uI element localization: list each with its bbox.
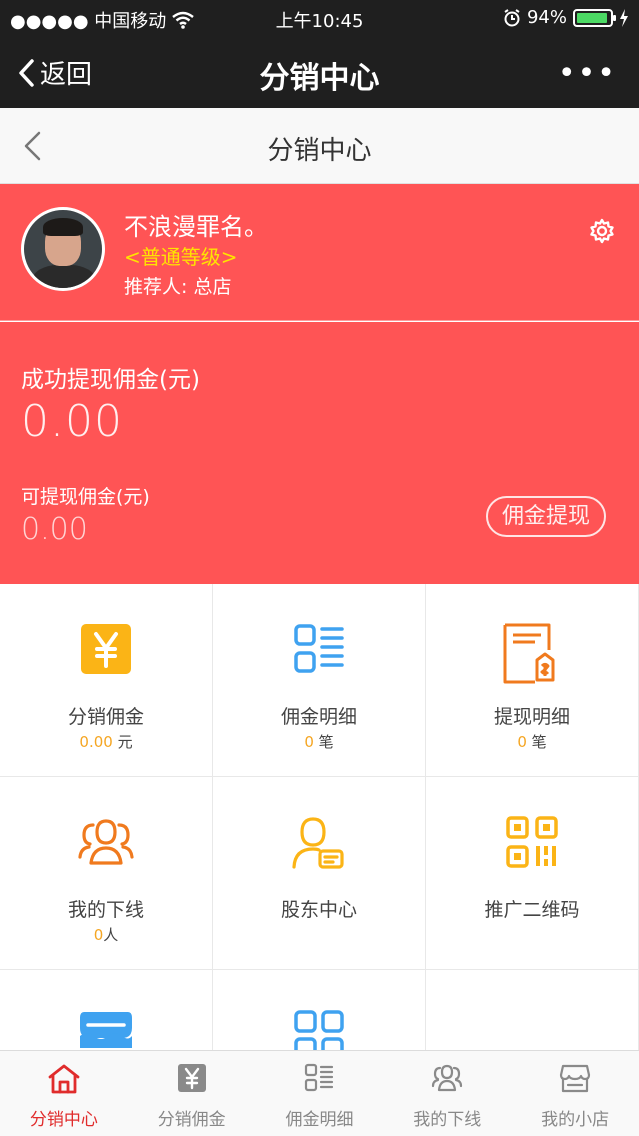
charging-icon (620, 8, 628, 27)
tab-distribution-center[interactable]: 分销中心 (0, 1051, 128, 1136)
qrcode-icon (506, 816, 558, 868)
home-icon (48, 1064, 80, 1094)
grid-count: 0.00 (79, 733, 113, 751)
battery-fill (577, 12, 608, 23)
tab-downline[interactable]: 我的下线 (383, 1051, 511, 1136)
tab-label: 我的下线 (413, 1110, 482, 1130)
grid-unit: 元 (112, 733, 133, 751)
grid-label: 推广二维码 (484, 899, 580, 921)
list-icon (305, 1063, 334, 1092)
grid-count: 0 (304, 733, 314, 751)
tab-icon-wrap (256, 1063, 384, 1093)
tab-label: 分销中心 (29, 1110, 98, 1130)
grid-icon-wrap (0, 815, 212, 879)
page-title: 分销中心 (267, 136, 372, 166)
tab-icon-wrap (0, 1063, 128, 1095)
grid-item-commission-detail[interactable]: 佣金明细 0 笔 (213, 584, 426, 777)
grid-icon-wrap (213, 815, 425, 879)
grid-unit: 笔 (313, 733, 334, 751)
tab-bar: 分销中心 分销佣金 佣金明细 我的下线 我的小店 (0, 1050, 639, 1136)
grid-item-withdraw-detail[interactable]: 提现明细 0 笔 (426, 584, 639, 777)
grid-label: 股东中心 (280, 899, 357, 921)
grid-unit: 人 (103, 926, 119, 944)
grid-sub: 0 笔 (426, 731, 638, 752)
success-commission-value: 0.00 (21, 396, 123, 447)
grid-item-downline[interactable]: 我的下线 0人 (0, 777, 213, 970)
grid-item-qrcode[interactable]: 推广二维码 (426, 777, 639, 970)
grid-icon-wrap (426, 622, 638, 686)
tab-icon-wrap (511, 1063, 639, 1093)
status-right: 94% (503, 7, 629, 28)
battery-percent: 94% (526, 7, 567, 28)
referrer-text: 推荐人: 总店 (124, 276, 232, 298)
battery-icon (573, 8, 616, 27)
more-button[interactable]: ••• (558, 56, 617, 91)
team-icon (432, 1064, 463, 1092)
gear-icon (590, 218, 614, 244)
nav-bar: 返回 分销中心 ••• (0, 36, 639, 108)
tab-commission-detail[interactable]: 佣金明细 (256, 1051, 384, 1136)
grid-label: 提现明细 (493, 706, 570, 728)
grid-item-shareholder[interactable]: 股东中心 (213, 777, 426, 970)
grid-icon-wrap (426, 815, 638, 879)
tab-icon-wrap (128, 1063, 256, 1093)
grid-label: 分销佣金 (67, 706, 144, 728)
success-commission-label: 成功提现佣金(元) (21, 367, 200, 393)
yuan-icon (177, 1064, 206, 1092)
team-icon (78, 819, 134, 865)
avatar-body (32, 265, 96, 288)
tab-label: 分销佣金 (157, 1110, 226, 1130)
yuan-card-icon (81, 624, 131, 674)
grid-item-commission[interactable]: 分销佣金 0.00 元 (0, 584, 213, 777)
grid-count: 0 (517, 733, 527, 751)
earnings-section: 成功提现佣金(元) 0.00 可提现佣金(元) 0.00 佣金提现 (0, 322, 639, 584)
page-header: 分销中心 (0, 108, 639, 184)
alarm-icon (504, 8, 520, 26)
nav-title: 分销中心 (259, 61, 380, 96)
receipt-icon (503, 623, 555, 684)
avatar-hair (43, 218, 83, 236)
tab-icon-wrap (383, 1063, 511, 1093)
tab-label: 佣金明细 (285, 1110, 354, 1130)
grid-icon-wrap (0, 622, 212, 686)
grid-count: 0 (93, 926, 104, 944)
shareholder-icon (292, 817, 344, 869)
member-level[interactable]: <普通等级> (124, 241, 238, 270)
settings-button[interactable] (589, 218, 615, 248)
profile-section: 不浪漫罪名。 <普通等级> 推荐人: 总店 (0, 184, 639, 321)
grid-sub: 0人 (0, 924, 212, 945)
grid-unit: 笔 (526, 733, 547, 751)
withdraw-button[interactable]: 佣金提现 (485, 496, 606, 537)
grid-label: 我的下线 (67, 899, 144, 921)
grid-label: 佣金明细 (280, 706, 357, 728)
available-commission-value: 0.00 (21, 512, 88, 547)
tab-label: 我的小店 (541, 1110, 610, 1130)
store-icon (559, 1064, 591, 1093)
available-commission-label: 可提现佣金(元) (21, 486, 150, 508)
status-bar: ●●●●● 中国移动 上午10:45 94% (0, 0, 639, 36)
grid-icon-wrap (213, 622, 425, 686)
tab-commission[interactable]: 分销佣金 (128, 1051, 256, 1136)
grid-sub: 0 笔 (213, 731, 425, 752)
user-name: 不浪漫罪名。 (124, 213, 268, 241)
grid-sub: 0.00 元 (0, 731, 212, 752)
avatar[interactable] (21, 207, 105, 291)
tab-my-store[interactable]: 我的小店 (511, 1051, 639, 1136)
list-icon (294, 624, 344, 673)
